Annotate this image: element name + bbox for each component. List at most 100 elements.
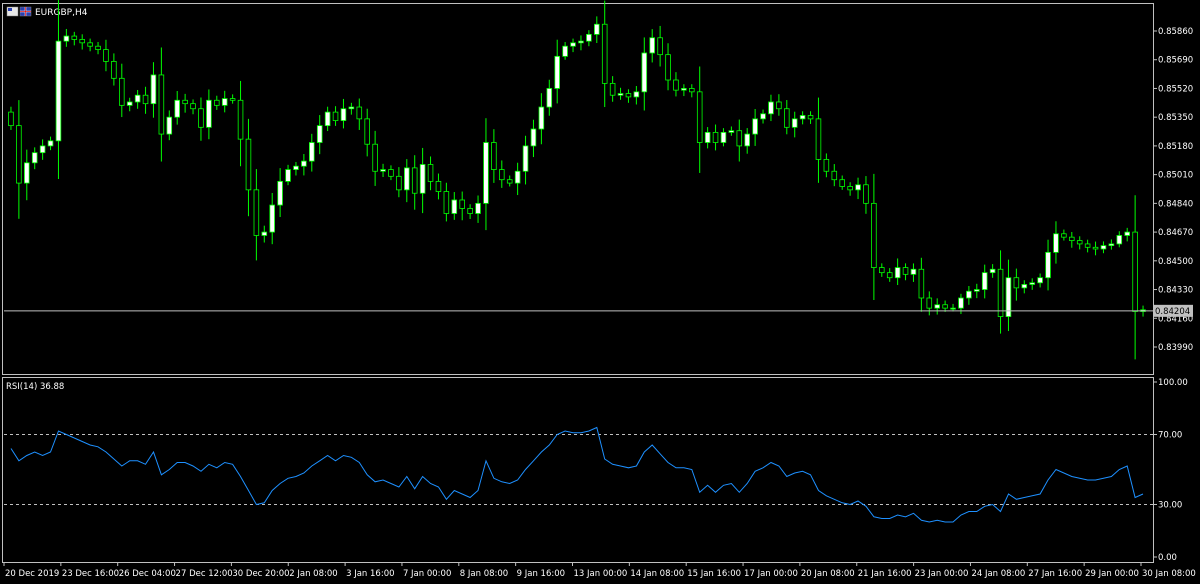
candle-body xyxy=(435,180,442,192)
candle-body xyxy=(1132,231,1138,312)
candle-body xyxy=(95,45,101,50)
candle-body xyxy=(689,88,695,93)
candle-body xyxy=(760,113,766,120)
candle-body xyxy=(142,94,149,105)
candle-body xyxy=(372,143,378,172)
candle-body xyxy=(47,140,54,147)
candle-body xyxy=(673,79,679,91)
candle-body xyxy=(467,208,473,214)
chart-background xyxy=(0,0,1200,584)
price-tick-label: 0.84670 xyxy=(1158,228,1193,238)
candle-body xyxy=(55,40,62,142)
candle-body xyxy=(206,99,212,128)
candle-body xyxy=(190,103,196,110)
time-tick-label: 3 Jan 16:00 xyxy=(346,569,394,579)
candle-body xyxy=(554,55,560,89)
candle-body xyxy=(356,106,363,120)
candle-body xyxy=(578,40,584,44)
time-tick-label: 15 Jan 16:00 xyxy=(687,569,741,579)
candle-body xyxy=(24,162,30,184)
rsi-label: RSI(14) 36.88 xyxy=(6,382,64,392)
candle-body xyxy=(562,45,568,57)
price-tick-label: 0.85010 xyxy=(1158,171,1193,181)
candle-body xyxy=(791,118,798,128)
time-tick-label: 30 Dec 20:00 xyxy=(232,569,289,579)
candle-body xyxy=(950,307,956,310)
price-tick-label: 0.85860 xyxy=(1158,27,1193,37)
candle-body xyxy=(63,35,70,42)
candle-body xyxy=(989,268,996,274)
candle-body xyxy=(815,118,822,160)
rsi-tick-label: 70.00 xyxy=(1158,431,1182,441)
candle-body xyxy=(918,268,925,299)
price-tick-label: 0.84840 xyxy=(1158,199,1193,209)
candle-body xyxy=(768,101,774,115)
candle-body xyxy=(31,152,38,164)
chart-window: EURGBP,H4 RSI(14) 36.88 0.85860 0.85690 0.… xyxy=(0,0,1200,584)
candle-body xyxy=(776,101,782,110)
candle-body xyxy=(894,267,901,279)
candle-body xyxy=(641,52,648,93)
candle-body xyxy=(601,23,608,84)
price-tick-label: 0.85180 xyxy=(1158,142,1193,152)
time-tick-label: 23 Dec 16:00 xyxy=(62,569,119,579)
candle-body xyxy=(150,74,157,105)
rsi-tick-label: 100.00 xyxy=(1158,378,1188,388)
candle-body xyxy=(87,42,93,47)
time-tick-label: 23 Jan 00:00 xyxy=(915,569,969,579)
time-tick-label: 21 Jan 16:00 xyxy=(858,569,912,579)
candle-body xyxy=(245,138,252,191)
current-price-label: 0.84204 xyxy=(1155,307,1190,317)
candle-body xyxy=(269,204,275,233)
candle-body xyxy=(301,160,307,167)
candle-body xyxy=(720,131,727,143)
time-tick-label: 27 Jan 16:00 xyxy=(1028,569,1082,579)
candle-body xyxy=(340,108,347,121)
candle-body xyxy=(253,189,260,236)
price-tick-label: 0.85690 xyxy=(1158,56,1193,66)
candle-body xyxy=(617,93,624,96)
candle-body xyxy=(514,170,521,184)
candle-body xyxy=(277,180,283,206)
candle-body xyxy=(752,118,758,135)
candle-body xyxy=(1124,231,1130,236)
time-tick-label: 20 Dec 2019 xyxy=(5,569,59,579)
candle-body xyxy=(332,111,339,121)
candle-body xyxy=(696,91,703,143)
candle-body xyxy=(799,115,806,120)
time-tick-label: 24 Jan 08:00 xyxy=(971,569,1025,579)
candle-body xyxy=(134,94,141,103)
candle-body xyxy=(942,304,948,309)
candle-body xyxy=(111,61,117,79)
candle-body xyxy=(443,191,450,214)
time-tick-label: 29 Jan 00:00 xyxy=(1085,569,1139,579)
candle-body xyxy=(396,175,402,191)
candle-body xyxy=(974,289,980,292)
candle-body xyxy=(71,35,78,40)
candle-body xyxy=(657,37,663,56)
candle-body xyxy=(39,145,46,154)
candle-body xyxy=(499,169,505,181)
candle-body xyxy=(309,142,315,162)
candle-body xyxy=(728,130,735,133)
candle-body xyxy=(316,125,323,143)
candle-body xyxy=(404,167,410,191)
candle-body xyxy=(665,54,671,81)
candle-body xyxy=(427,164,434,182)
candle-body xyxy=(538,106,545,130)
time-tick-label: 2 Jan 08:00 xyxy=(289,569,337,579)
candle-body xyxy=(1021,284,1028,289)
price-tick-label: 0.83990 xyxy=(1158,343,1193,353)
time-tick-label: 9 Jan 16:00 xyxy=(517,569,565,579)
candle-body xyxy=(1100,245,1107,250)
candle-body xyxy=(103,49,109,62)
candle-body xyxy=(625,93,632,98)
candle-body xyxy=(633,91,640,98)
candle-body xyxy=(324,111,331,127)
candle-body xyxy=(546,88,553,108)
candle-body xyxy=(285,169,291,182)
candle-body xyxy=(16,125,22,184)
candle-body xyxy=(419,164,426,194)
candle-body xyxy=(411,167,418,194)
candle-body xyxy=(79,39,85,44)
